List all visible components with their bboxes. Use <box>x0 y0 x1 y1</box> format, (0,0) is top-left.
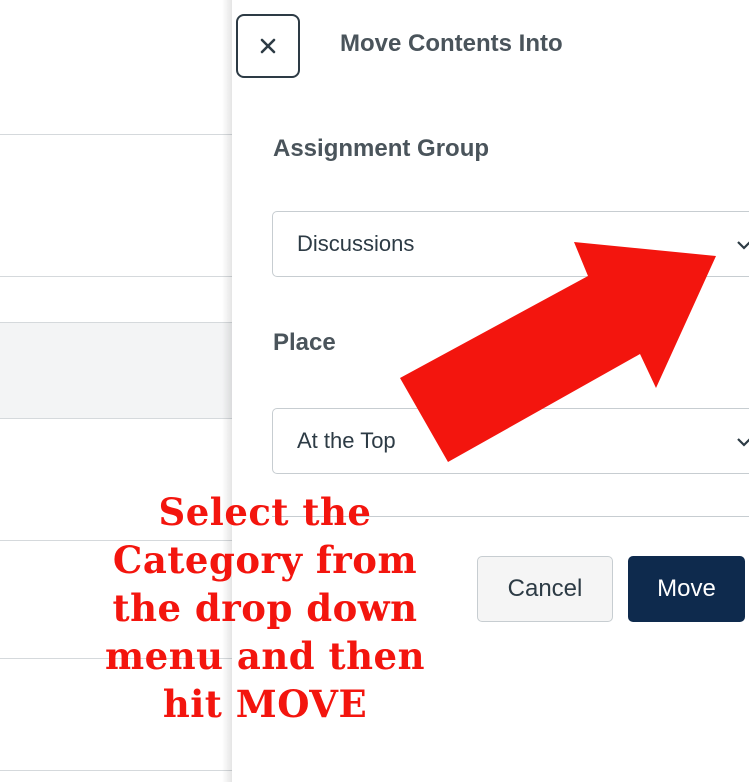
cancel-button[interactable]: Cancel <box>477 556 613 622</box>
annotation-line: hit MOVE <box>162 682 368 726</box>
background-divider <box>0 770 240 771</box>
annotation-line: the drop down <box>112 586 418 630</box>
annotation-line: menu and then <box>105 634 425 678</box>
place-value: At the Top <box>297 428 396 453</box>
background-divider <box>0 134 240 135</box>
place-label: Place <box>273 329 336 356</box>
background-divider <box>0 418 240 419</box>
red-arrow-icon <box>400 242 716 462</box>
background-row-highlight <box>0 322 240 418</box>
assignment-group-value: Discussions <box>297 231 415 256</box>
annotation-line: Category from <box>112 538 418 582</box>
chevron-down-icon <box>737 241 749 250</box>
background-divider <box>0 276 240 277</box>
close-button[interactable] <box>236 14 300 78</box>
assignment-group-label: Assignment Group <box>273 135 490 162</box>
tray-title: Move Contents Into <box>340 30 563 57</box>
chevron-down-icon <box>737 438 749 447</box>
close-icon <box>260 38 276 54</box>
move-button[interactable]: Move <box>628 556 745 622</box>
background-divider <box>0 322 240 323</box>
annotation-text: Select the Category from the drop down m… <box>60 488 470 728</box>
annotation-line: Select the <box>158 490 372 534</box>
